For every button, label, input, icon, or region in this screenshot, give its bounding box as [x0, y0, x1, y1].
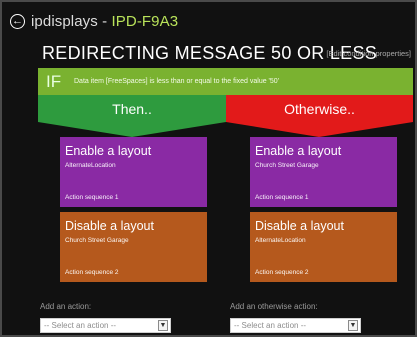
chevron-down-icon[interactable]: ▼: [348, 320, 358, 331]
app-title: ipdisplays - IPD-F9A3: [31, 13, 178, 30]
add-otherwise-action-select[interactable]: -- Select an action -- ▼: [230, 318, 361, 333]
then-action-enable-layout[interactable]: Enable a layout AlternateLocation Action…: [60, 137, 207, 207]
otherwise-action-disable-layout[interactable]: Disable a layout AlternateLocation Actio…: [250, 212, 397, 282]
action-sequence: Action sequence 2: [65, 269, 119, 276]
add-action-select[interactable]: -- Select an action -- ▼: [40, 318, 171, 333]
add-action-label: Add an action:: [40, 302, 92, 311]
otherwise-branch-header: Otherwise..: [226, 95, 413, 122]
action-target: Church Street Garage: [255, 162, 319, 169]
app-screen: ← ipdisplays - IPD-F9A3 Redirecting mess…: [2, 2, 415, 335]
condition-bar[interactable]: IF Data item [FreeSpaces] is less than o…: [38, 68, 413, 95]
action-sequence: Action sequence 2: [255, 269, 309, 276]
edit-condition-link[interactable]: [Edit condition properties]: [326, 49, 411, 58]
select-value: -- Select an action --: [234, 321, 307, 330]
action-target: Church Street Garage: [65, 237, 129, 244]
action-title: Disable a layout: [255, 219, 344, 233]
if-label: IF: [46, 71, 62, 91]
action-title: Enable a layout: [255, 144, 342, 158]
brand-name: ipdisplays: [31, 12, 98, 30]
chevron-down-icon[interactable]: ▼: [158, 320, 168, 331]
then-arrow: [38, 122, 226, 137]
action-target: AlternateLocation: [255, 237, 306, 244]
add-otherwise-action-label: Add an otherwise action:: [230, 302, 318, 311]
condition-text: Data item [FreeSpaces] is less than or e…: [74, 78, 280, 85]
action-sequence: Action sequence 1: [65, 194, 119, 201]
then-action-disable-layout[interactable]: Disable a layout Church Street Garage Ac…: [60, 212, 207, 282]
device-id: IPD-F9A3: [111, 12, 179, 30]
otherwise-arrow: [226, 122, 413, 137]
back-arrow-icon[interactable]: ←: [10, 13, 25, 29]
action-title: Disable a layout: [65, 219, 154, 233]
then-branch-header: Then..: [38, 95, 226, 122]
select-value: -- Select an action --: [44, 321, 117, 330]
title-separator: -: [97, 12, 112, 30]
action-sequence: Action sequence 1: [255, 194, 309, 201]
top-bar: ← ipdisplays - IPD-F9A3: [10, 10, 178, 32]
action-title: Enable a layout: [65, 144, 152, 158]
action-target: AlternateLocation: [65, 162, 116, 169]
otherwise-action-enable-layout[interactable]: Enable a layout Church Street Garage Act…: [250, 137, 397, 207]
